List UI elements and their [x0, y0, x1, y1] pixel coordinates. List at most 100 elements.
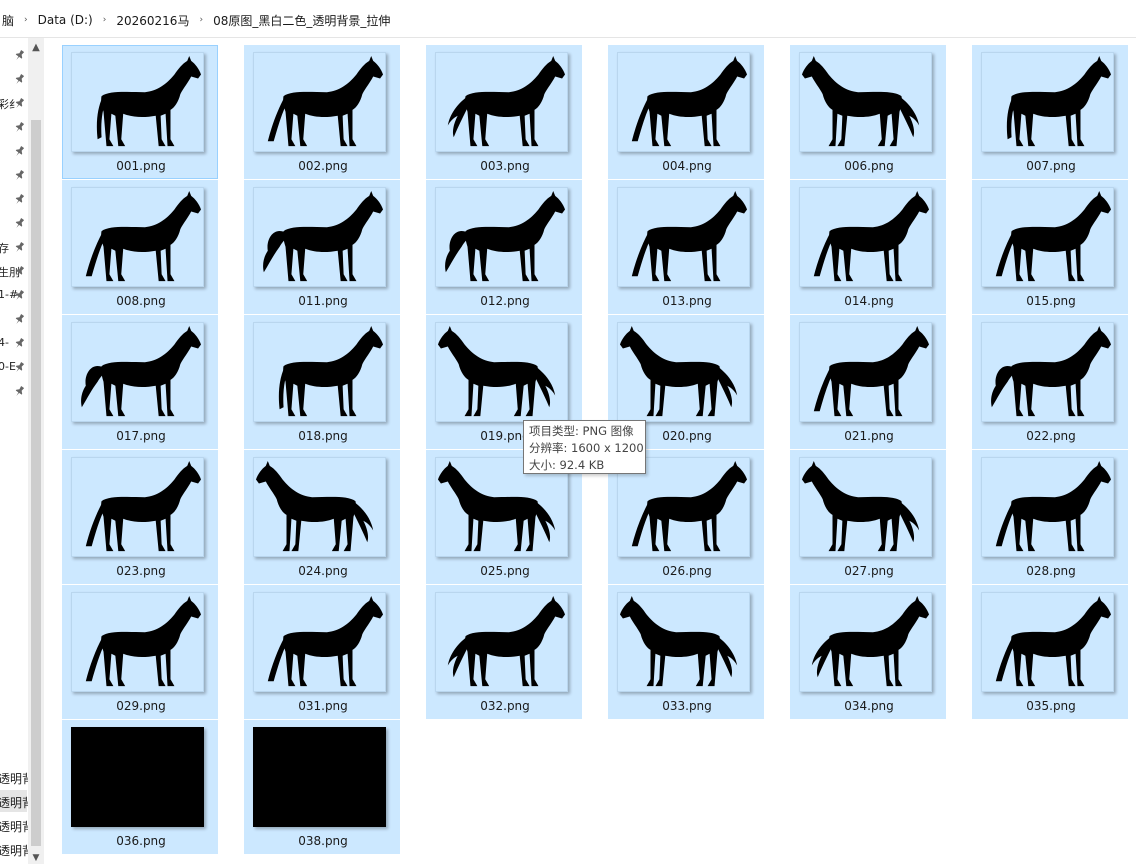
file-item[interactable]: 038.png [244, 720, 400, 854]
file-item[interactable]: 008.png [62, 180, 218, 314]
horse-silhouette-thumbnail [799, 592, 932, 692]
file-item[interactable]: 029.png [62, 585, 218, 719]
file-item[interactable]: 021.png [790, 315, 946, 449]
breadcrumb-item[interactable]: 20260216马 [114, 12, 191, 29]
nav-item-label: 0-E [0, 360, 16, 373]
scroll-up-arrow-icon[interactable]: ▲ [28, 38, 44, 56]
file-item[interactable]: 012.png [426, 180, 582, 314]
nav-item-label: 存 [0, 242, 9, 255]
file-item[interactable]: 036.png [62, 720, 218, 854]
pin-icon [15, 146, 24, 156]
nav-item-label: 4- [0, 336, 9, 349]
file-info-tooltip: 项目类型: PNG 图像 分辨率: 1600 x 1200 大小: 92.4 K… [523, 420, 646, 474]
file-item[interactable]: 031.png [244, 585, 400, 719]
file-item[interactable]: 022.png [972, 315, 1128, 449]
nav-folder-item[interactable]: 透明背 [0, 838, 34, 860]
file-item[interactable]: 003.png [426, 45, 582, 179]
nav-pinned-item[interactable] [0, 310, 28, 330]
file-name: 033.png [662, 699, 712, 713]
tooltip-resolution: 分辨率: 1600 x 1200 [529, 441, 644, 455]
nav-pinned-item[interactable] [0, 214, 28, 234]
horse-silhouette-thumbnail [617, 592, 750, 692]
nav-folder-item[interactable]: 透明背 [0, 814, 34, 836]
horse-silhouette-thumbnail [981, 187, 1114, 287]
file-item[interactable]: 023.png [62, 450, 218, 584]
file-name: 036.png [116, 834, 166, 848]
file-name: 031.png [298, 699, 348, 713]
file-name: 029.png [116, 699, 166, 713]
nav-pinned-item[interactable] [0, 46, 28, 66]
file-name: 032.png [480, 699, 530, 713]
horse-silhouette-thumbnail [71, 457, 204, 557]
nav-pinned-item[interactable]: 4- [0, 334, 28, 354]
chevron-right-icon[interactable]: › [95, 15, 115, 25]
breadcrumb-item[interactable]: 脑 [0, 12, 16, 29]
horse-silhouette-thumbnail [799, 187, 932, 287]
horse-silhouette-thumbnail [617, 187, 750, 287]
nav-scrollbar[interactable]: ▲ ▼ [28, 38, 44, 864]
horse-silhouette-thumbnail [799, 52, 932, 152]
black-image-thumbnail [71, 727, 204, 827]
file-item[interactable]: 027.png [790, 450, 946, 584]
file-item[interactable]: 018.png [244, 315, 400, 449]
file-item[interactable]: 006.png [790, 45, 946, 179]
file-item[interactable]: 024.png [244, 450, 400, 584]
nav-pinned-item[interactable]: 0-E [0, 358, 28, 378]
scroll-down-arrow-icon[interactable]: ▼ [28, 852, 44, 864]
nav-pinned-item[interactable]: 生刖 [0, 262, 28, 282]
file-name: 012.png [480, 294, 530, 308]
file-item[interactable]: 034.png [790, 585, 946, 719]
nav-pinned-item[interactable] [0, 190, 28, 210]
file-item[interactable]: 001.png [62, 45, 218, 179]
nav-pinned-item[interactable] [0, 166, 28, 186]
chevron-right-icon[interactable]: › [191, 15, 211, 25]
file-name: 025.png [480, 564, 530, 578]
file-item[interactable]: 017.png [62, 315, 218, 449]
file-name: 002.png [298, 159, 348, 173]
nav-pinned-item[interactable]: 彩纟 [0, 94, 28, 114]
file-item[interactable]: 015.png [972, 180, 1128, 314]
nav-pinned-item[interactable] [0, 382, 28, 402]
tooltip-size: 大小: 92.4 KB [529, 458, 605, 472]
file-item[interactable]: 013.png [608, 180, 764, 314]
horse-silhouette-thumbnail [435, 187, 568, 287]
file-item[interactable]: 028.png [972, 450, 1128, 584]
nav-pinned-item[interactable]: 存 [0, 238, 28, 258]
tooltip-type: 项目类型: PNG 图像 [529, 424, 634, 438]
file-item[interactable]: 035.png [972, 585, 1128, 719]
horse-silhouette-thumbnail [981, 457, 1114, 557]
address-bar[interactable]: 脑 › Data (D:) › 20260216马 › 08原图_黑白二色_透明背景_拉伸 [0, 0, 1136, 38]
horse-silhouette-thumbnail [617, 322, 750, 422]
file-item[interactable]: 002.png [244, 45, 400, 179]
horse-silhouette-thumbnail [981, 592, 1114, 692]
scroll-thumb[interactable] [31, 120, 41, 846]
file-name: 004.png [662, 159, 712, 173]
file-name: 028.png [1026, 564, 1076, 578]
nav-pinned-item[interactable] [0, 118, 28, 138]
file-item[interactable]: 032.png [426, 585, 582, 719]
breadcrumb-item[interactable]: Data (D:) [36, 13, 95, 27]
nav-pinned-item[interactable] [0, 142, 28, 162]
nav-pinned-item[interactable]: 1-# [0, 286, 28, 306]
nav-pinned-item[interactable] [0, 70, 28, 90]
pin-icon [15, 74, 24, 84]
file-item[interactable]: 007.png [972, 45, 1128, 179]
file-name: 038.png [298, 834, 348, 848]
breadcrumb-item[interactable]: 08原图_黑白二色_透明背景_拉伸 [211, 12, 392, 29]
file-item[interactable]: 004.png [608, 45, 764, 179]
nav-folder-item[interactable]: 透明背 [0, 766, 34, 788]
horse-silhouette-thumbnail [435, 592, 568, 692]
horse-silhouette-thumbnail [981, 52, 1114, 152]
file-item[interactable]: 011.png [244, 180, 400, 314]
pin-icon [15, 290, 24, 300]
pin-icon [15, 170, 24, 180]
file-item[interactable]: 014.png [790, 180, 946, 314]
file-item[interactable]: 033.png [608, 585, 764, 719]
horse-silhouette-thumbnail [71, 592, 204, 692]
nav-folder-item[interactable]: 透明背 [0, 790, 34, 812]
chevron-right-icon[interactable]: › [16, 15, 36, 25]
file-name: 015.png [1026, 294, 1076, 308]
file-name: 014.png [844, 294, 894, 308]
horse-silhouette-thumbnail [617, 52, 750, 152]
pin-icon [15, 314, 24, 324]
